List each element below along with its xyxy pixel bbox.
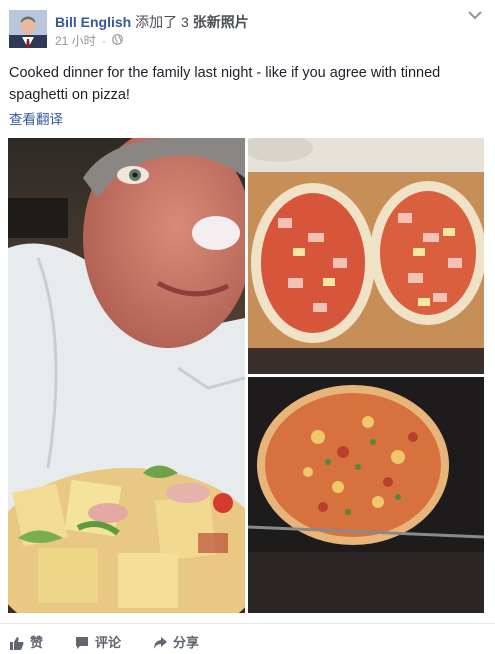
like-button[interactable]: 赞 — [10, 632, 43, 651]
photo-two-uncooked-pizzas[interactable] — [248, 138, 484, 374]
author-name[interactable]: Bill English — [55, 14, 131, 30]
see-translation-link[interactable]: 查看翻译 — [9, 108, 63, 128]
photo-selfie-with-pizza[interactable] — [8, 138, 245, 613]
post-action-text: 添加了 — [135, 14, 178, 30]
post-timestamp[interactable]: 21 小时 — [55, 34, 96, 48]
comment-button[interactable]: 评论 — [75, 632, 121, 651]
profile-photo — [9, 10, 47, 48]
new-photos-link[interactable]: 张新照片 — [193, 14, 249, 30]
like-label: 赞 — [30, 635, 44, 650]
post-meta: 21 小时 · — [55, 32, 124, 49]
post-text: Cooked dinner for the family last night … — [9, 65, 441, 103]
comment-icon — [76, 637, 88, 649]
post-actions-bar: 赞 评论 分享 — [0, 623, 495, 654]
chevron-down-icon[interactable] — [466, 8, 484, 22]
share-icon — [154, 637, 167, 649]
share-button[interactable]: 分享 — [153, 632, 199, 651]
photo-cooked-pizza-in-oven[interactable] — [248, 377, 484, 613]
author-line: Bill English 添加了 3 张新照片 — [55, 12, 249, 32]
meta-separator: · — [102, 33, 107, 48]
author-avatar[interactable] — [9, 10, 47, 48]
comment-label: 评论 — [95, 635, 122, 650]
globe-icon[interactable] — [112, 33, 124, 48]
photo-count: 3 — [181, 14, 189, 30]
share-label: 分享 — [173, 635, 200, 650]
facebook-post: Bill English 添加了 3 张新照片 21 小时 · Cooked d… — [0, 0, 495, 653]
thumbs-up-icon — [10, 637, 24, 650]
